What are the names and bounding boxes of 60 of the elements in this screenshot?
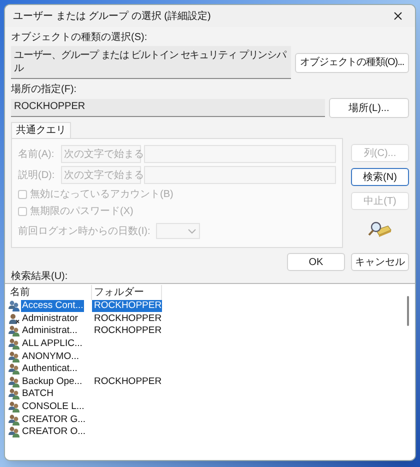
- user-group-icon: [8, 300, 20, 312]
- field-label: 前回ログオン時からの日数(I):: [18, 224, 150, 238]
- window-title: ユーザー または グループ の選択 (詳細設定): [13, 10, 211, 24]
- result-row[interactable]: ALL APPLIC...: [8, 338, 162, 350]
- table-cell: CONSOLE L...: [21, 401, 86, 414]
- scrollbar-thumb[interactable]: [407, 296, 409, 326]
- close-icon: [394, 12, 402, 20]
- search-folder-icon: [368, 220, 392, 240]
- user-group-icon: [8, 388, 20, 400]
- object-types-field: ユーザー、グループ または ビルトイン セキュリティ プリンシパル: [11, 46, 292, 79]
- results-label: 検索結果(U):: [10, 271, 69, 283]
- input-field[interactable]: [144, 166, 336, 184]
- user-group-icon: [8, 325, 20, 338]
- result-row[interactable]: Administrator ROCKHOPPER: [8, 312, 162, 326]
- location-field: ROCKHOPPER: [11, 99, 325, 117]
- user-icon: [8, 312, 20, 325]
- table-cell: ALL APPLIC...: [21, 338, 84, 350]
- table-cell: ROCKHOPPER: [92, 300, 162, 312]
- user-group-icon: [8, 338, 20, 350]
- table-cell-text: ROCKHOPPER: [93, 312, 162, 325]
- result-row[interactable]: Backup Ope... ROCKHOPPER: [8, 376, 162, 388]
- field-label: 場所の指定(F):: [11, 83, 78, 96]
- result-row[interactable]: Administrat... ROCKHOPPER: [8, 325, 162, 338]
- table-cell-text: ROCKHOPPER: [93, 376, 162, 388]
- user-group-icon: [8, 350, 20, 363]
- user-group-icon: [8, 363, 20, 376]
- result-row[interactable]: BATCH: [8, 388, 162, 401]
- checkbox-label: 無期限のパスワード(X): [30, 204, 134, 218]
- table-cell: Administrat...: [21, 325, 78, 338]
- user-group-icon: [8, 414, 20, 426]
- table-cell: CREATOR G...: [21, 414, 87, 426]
- field-label: 名前(A):: [18, 148, 56, 162]
- result-row[interactable]: Authenticat...: [8, 362, 162, 376]
- user-group-icon: [8, 376, 20, 388]
- result-row[interactable]: ANONYMO...: [8, 350, 162, 363]
- result-row[interactable]: CONSOLE L...: [8, 400, 162, 414]
- button[interactable]: 検索(N): [351, 168, 409, 186]
- checkbox-label: 無効になっているアカウント(B): [30, 188, 174, 202]
- table-cell: Authenticat...: [21, 363, 78, 376]
- field-label: オブジェクトの種類の選択(S):: [11, 31, 148, 44]
- user-group-icon: [8, 426, 20, 438]
- table-cell: Backup Ope...: [21, 376, 84, 388]
- result-row[interactable]: CREATOR O...: [8, 426, 162, 439]
- button[interactable]: オブジェクトの種類(O)...: [295, 52, 409, 72]
- user-group-icon: [8, 401, 20, 414]
- table-cell: CREATOR O...: [21, 426, 87, 438]
- button[interactable]: OK: [287, 253, 345, 271]
- input-field[interactable]: [144, 145, 336, 163]
- chevron-down-icon: [188, 228, 196, 234]
- table-cell: Administrator: [21, 312, 79, 325]
- result-row[interactable]: Access Cont... ROCKHOPPER: [8, 300, 162, 313]
- table-cell: Access Cont...: [21, 300, 84, 312]
- table-cell: ANONYMO...: [21, 350, 80, 363]
- table-cell-text: ROCKHOPPER: [93, 325, 162, 338]
- button[interactable]: 場所(L)...: [329, 98, 409, 118]
- tab[interactable]: 共通クエリ: [11, 122, 71, 138]
- button[interactable]: キャンセル: [351, 253, 409, 271]
- result-row[interactable]: CREATOR G...: [8, 413, 162, 426]
- table-cell: BATCH: [21, 388, 54, 400]
- field-label: 説明(D):: [18, 168, 56, 182]
